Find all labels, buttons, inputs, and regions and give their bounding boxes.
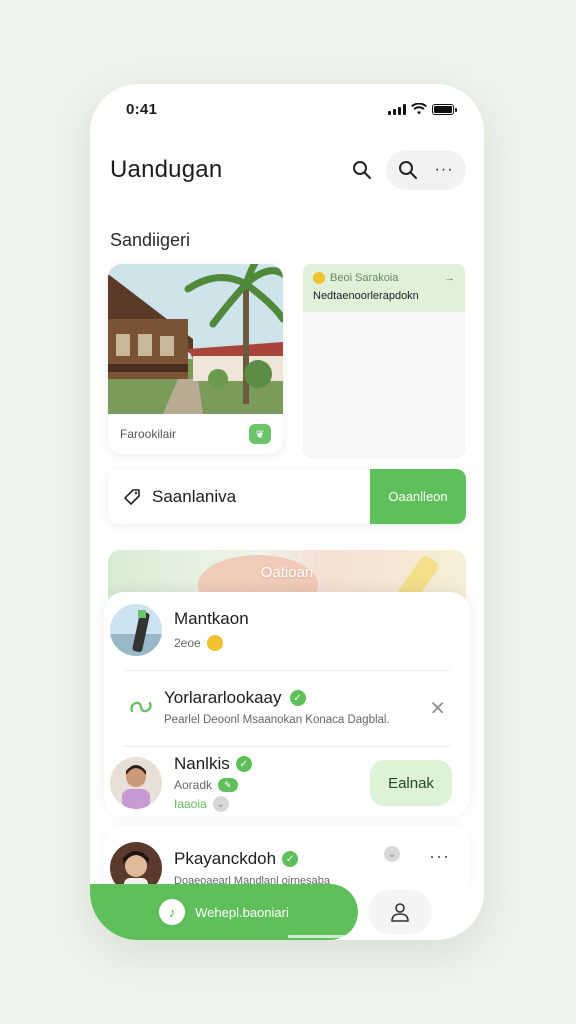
list-item-text: Nanlkis ✓ Aoradk ✎ Iaaoia ⌄: [174, 754, 252, 812]
list-item-title-row: Pkayanckdoh ✓: [174, 849, 330, 869]
house-photo-image: [108, 264, 283, 414]
leaf-icon[interactable]: ❦: [249, 424, 271, 444]
home-indicator: [288, 935, 358, 938]
arrow-right-icon[interactable]: →: [444, 272, 455, 284]
link-icon: [130, 701, 152, 713]
header: Uandugan ···: [110, 150, 466, 190]
tab-bar: ♪ Wehepl.baoniari: [90, 884, 484, 940]
action-label: Saanlaniva: [152, 486, 237, 506]
search-button[interactable]: [344, 152, 380, 188]
photo-caption: Farookilair ❦: [108, 414, 283, 454]
chevron-down-icon[interactable]: ⌄: [384, 846, 400, 862]
list-item-title: Yorlararlookaay: [164, 688, 282, 707]
status-bar: 0:41: [126, 98, 457, 120]
list-item-text: Mantkaon 2eoe: [174, 609, 249, 651]
status-time: 0:41: [126, 100, 158, 118]
search-icon: [399, 161, 417, 179]
app-title: Uandugan: [110, 156, 223, 183]
note-card[interactable]: Beoi Sarakoia → Nedtaenoorlerapdokn: [303, 264, 465, 458]
avatar: [110, 757, 162, 809]
photo-caption-text: Farookilair: [120, 427, 177, 441]
header-actions: ···: [344, 150, 466, 190]
action-label-area[interactable]: Saanlaniva: [108, 469, 370, 524]
music-note-icon: ♪: [159, 899, 186, 925]
banner-title: Oatioan: [260, 564, 314, 581]
action-bar: Saanlaniva Oaanlleon: [108, 469, 466, 524]
leaf-pill-icon: ✎: [218, 778, 238, 792]
tab-profile[interactable]: [368, 890, 432, 934]
list-item-text: Yorlararlookaay ✓ Pearlel Deoonl Msaanok…: [164, 688, 390, 726]
verified-icon: ✓: [235, 756, 252, 772]
list-item-sub: Iaaoia ⌄: [174, 796, 252, 812]
list-item-sub: Pearlel Deoonl Msaanokan Konaca Dagblal.: [164, 714, 390, 726]
note-label-group: Beoi Sarakoia: [313, 272, 399, 284]
note-label: Beoi Sarakoia: [330, 272, 399, 284]
list-item-sub-text: 2eoe: [174, 636, 201, 650]
header-pill: ···: [386, 150, 466, 190]
list-item-sub: Aoradk ✎: [174, 778, 252, 792]
note-subtitle: Nedtaenoorlerapdokn: [313, 290, 419, 302]
more-icon: ···: [434, 161, 454, 178]
list-item-title-row: Nanlkis ✓: [174, 754, 252, 774]
section-title: Sandiigeri: [110, 230, 191, 250]
list-item-sub-text: Iaaoia: [174, 797, 207, 811]
photo-card[interactable]: Farookilair ❦: [108, 264, 283, 454]
verified-icon: ✓: [282, 851, 299, 867]
house-photo: [108, 264, 283, 414]
chevron-down-icon: ⌄: [212, 796, 229, 812]
list-item[interactable]: Yorlararlookaay ✓ Pearlel Deoonl Msaanok…: [104, 678, 470, 736]
list-card: Mantkaon 2eoe Yorlararlookaay ✓ Pearlel …: [104, 592, 470, 817]
battery-icon: [432, 103, 457, 115]
list-item-sub-text: Aoradk: [174, 778, 213, 792]
tab-home-label: Wehepl.baoniari: [195, 904, 289, 920]
tab-home[interactable]: ♪ Wehepl.baoniari: [90, 884, 358, 940]
close-icon[interactable]: ⨯: [429, 695, 446, 720]
leaf-badge-icon: ✓: [289, 690, 306, 706]
secondary-button[interactable]: Ealnak: [370, 760, 452, 806]
signal-icon: [388, 103, 406, 115]
status-icons: [388, 103, 457, 115]
divider: [124, 670, 450, 671]
phone-frame: 0:41 Uandugan ··· Sandiigeri Farookilair…: [90, 84, 484, 940]
list-item-title: Mantkaon: [174, 609, 249, 628]
divider: [124, 746, 450, 747]
person-icon: [391, 903, 409, 922]
list-item[interactable]: Mantkaon 2eoe: [104, 600, 470, 660]
sun-icon: [313, 272, 325, 284]
wifi-icon: [411, 103, 427, 115]
list-item-title: Nanlkis: [174, 754, 230, 773]
list-item[interactable]: Nanlkis ✓ Aoradk ✎ Iaaoia ⌄ Ealnak: [104, 752, 470, 814]
list-item-sub: 2eoe: [174, 635, 249, 651]
coin-icon: [206, 635, 223, 651]
note-row: Beoi Sarakoia →: [313, 272, 455, 284]
more-button[interactable]: ···: [426, 152, 462, 188]
search-icon: [353, 161, 371, 179]
more-icon[interactable]: ···: [429, 846, 450, 867]
search-button-secondary[interactable]: [390, 152, 426, 188]
avatar: [110, 604, 162, 656]
list-item-title: Pkayanckdoh: [174, 849, 277, 868]
note-header: Beoi Sarakoia → Nedtaenoorlerapdokn: [303, 264, 465, 312]
list-item-title-row: Yorlararlookaay ✓: [164, 688, 390, 708]
tag-icon: [124, 488, 140, 505]
list-item-text: Pkayanckdoh ✓ Doaeoaearl Mandlanl oirnes…: [174, 849, 330, 887]
action-button[interactable]: Oaanlleon: [370, 469, 466, 524]
